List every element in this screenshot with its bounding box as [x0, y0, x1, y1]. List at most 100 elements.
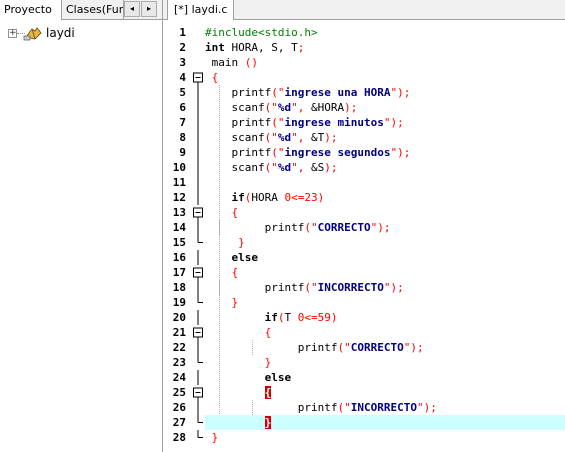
code-line[interactable]: else — [205, 370, 565, 385]
code-line[interactable]: scanf("%d", &T); — [205, 130, 565, 145]
line-number: 22 — [172, 341, 186, 354]
code-area[interactable]: #include<stdio.h> int HORA, S, T; main ()… — [205, 20, 565, 452]
code-token: INCORRECTO — [317, 281, 384, 294]
expand-icon[interactable]: + — [8, 29, 17, 38]
line-number: 8 — [179, 131, 186, 144]
code-token: printf — [297, 401, 338, 414]
line-number: 9 — [179, 146, 186, 159]
code-token: ( — [304, 281, 311, 294]
editor-tab-bar: [*] laydi.c — [163, 0, 565, 20]
code-token: ingrese segundos — [284, 146, 391, 159]
line-number: 21 — [172, 326, 186, 339]
line-number: 1 — [179, 26, 186, 39]
code-line[interactable]: printf("CORRECTO"); — [205, 220, 565, 235]
code-token: ); — [377, 221, 391, 234]
code-line[interactable]: scanf("%d", &S); — [205, 160, 565, 175]
code-line[interactable]: } — [205, 295, 565, 310]
code-token: ); — [344, 101, 358, 114]
code-token: %d — [277, 131, 292, 144]
code-token: " — [310, 281, 318, 294]
code-token: ( — [304, 221, 311, 234]
line-number: 25 — [172, 386, 186, 399]
tab-clases[interactable]: Clases(Fun — [62, 0, 124, 19]
line-number: 23 — [172, 356, 186, 369]
tabs-scroll-right-button[interactable]: ▸ — [141, 1, 157, 17]
code-line[interactable]: printf("CORRECTO"); — [205, 340, 565, 355]
panel-tab-bar: Proyecto Clases(Fun ◂ ▸ — [0, 0, 162, 20]
tab-proyecto[interactable]: Proyecto — [0, 0, 62, 20]
code-token: , — [297, 131, 311, 144]
line-number: 6 — [179, 101, 186, 114]
line-number: 5 — [179, 86, 186, 99]
code-line[interactable]: if(T 0<=59) — [205, 310, 565, 325]
line-number: 16 — [172, 251, 186, 264]
code-line[interactable]: { — [205, 265, 565, 280]
code-token: if — [231, 191, 245, 204]
code-line[interactable]: main () — [205, 55, 565, 70]
code-line[interactable]: } — [205, 355, 565, 370]
code-token: %d — [277, 161, 292, 174]
code-line[interactable]: int HORA, S, T; — [205, 40, 565, 55]
code-token: ingrese una HORA — [284, 86, 391, 99]
code-token: } — [264, 356, 272, 369]
code-token: <= — [291, 191, 305, 204]
code-token: else — [264, 371, 292, 384]
code-token: printf — [297, 341, 338, 354]
code-token: { — [264, 326, 272, 339]
code-token: printf — [231, 146, 272, 159]
code-line[interactable]: printf("ingrese segundos"); — [205, 145, 565, 160]
code-token: } — [238, 236, 245, 249]
code-token: %d — [277, 101, 292, 114]
code-line[interactable]: else — [205, 250, 565, 265]
arrow-right-icon: ▸ — [146, 4, 151, 13]
code-line[interactable]: scanf("%d", &HORA); — [205, 100, 565, 115]
line-number: 19 — [172, 296, 186, 309]
tabs-scroll-left-button[interactable]: ◂ — [124, 1, 140, 17]
code-line[interactable]: { — [205, 205, 565, 220]
line-number: 11 — [172, 176, 186, 189]
code-token: else — [231, 251, 259, 264]
code-token: " — [291, 101, 298, 114]
matched-brace: } — [264, 416, 272, 429]
code-token: " — [291, 131, 298, 144]
fold-margin — [193, 72, 203, 438]
code-token: ); — [324, 131, 338, 144]
code-line[interactable]: printf("ingrese minutos"); — [205, 115, 565, 130]
line-number: 14 — [172, 221, 186, 234]
code-token: ) — [330, 311, 338, 324]
code-token: ; — [297, 41, 305, 54]
line-number: 28 — [172, 431, 186, 444]
code-line[interactable] — [205, 175, 565, 190]
code-token: " — [344, 341, 351, 354]
line-number: 27 — [172, 416, 186, 429]
code-token: " — [271, 131, 278, 144]
code-token: <= — [304, 311, 318, 324]
line-number: 26 — [172, 401, 186, 414]
code-line[interactable]: { — [205, 385, 565, 400]
code-line[interactable]: #include<stdio.h> — [205, 25, 565, 40]
code-token: " — [277, 146, 285, 159]
code-token: " — [271, 161, 278, 174]
code-token: , — [297, 101, 311, 114]
code-line[interactable]: { — [205, 325, 565, 340]
code-line[interactable]: } — [205, 235, 565, 250]
code-line[interactable]: { — [205, 70, 565, 85]
code-line[interactable]: printf("INCORRECTO"); — [205, 280, 565, 295]
line-number: 17 — [172, 266, 186, 279]
line-number: 12 — [172, 191, 186, 204]
code-token: CORRECTO — [350, 341, 404, 354]
code-line[interactable]: } — [205, 430, 565, 445]
line-number: 3 — [179, 56, 186, 69]
code-token: " — [277, 116, 285, 129]
code-editor[interactable]: 1 2 3 4 5 6 7 8 9 10 11 12 13 14 15 16 17 18 19 20 21 22 23 24 2… — [163, 20, 565, 452]
code-line[interactable]: if(HORA 0<=23) — [205, 190, 565, 205]
code-token: printf — [264, 221, 305, 234]
code-line[interactable]: printf("ingrese una HORA"); — [205, 85, 565, 100]
code-token: { — [231, 266, 239, 279]
code-token: HORA — [251, 191, 285, 204]
line-number: 7 — [179, 116, 186, 129]
code-line[interactable]: printf("INCORRECTO"); — [205, 400, 565, 415]
editor-tab-laydi[interactable]: [*] laydi.c — [167, 0, 235, 20]
code-line[interactable]: } — [205, 415, 565, 430]
project-name: laydi — [46, 26, 75, 40]
